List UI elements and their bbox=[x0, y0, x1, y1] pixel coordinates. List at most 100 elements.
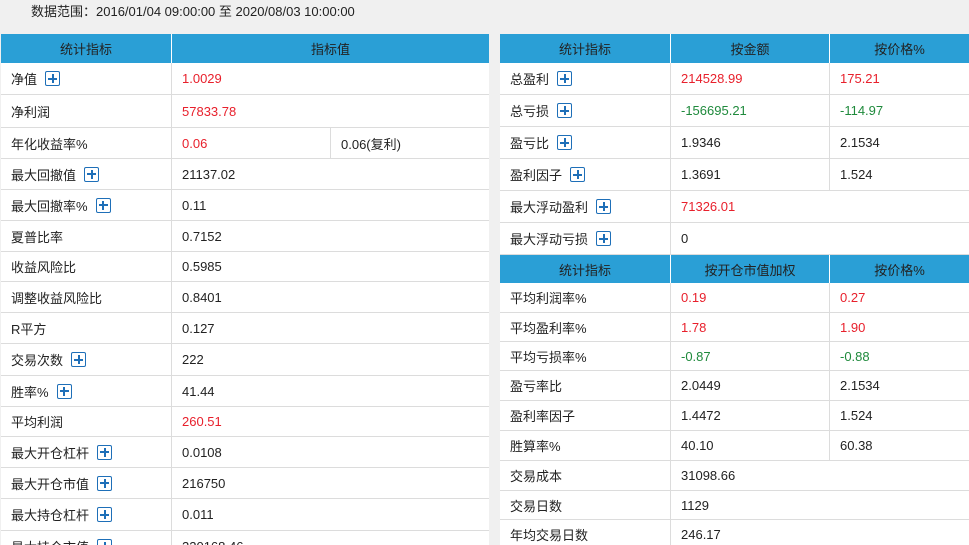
table-row: 净利润 57833.78 bbox=[1, 95, 489, 128]
table-row: 调整收益风险比 0.8401 bbox=[1, 282, 489, 313]
metric-label: 总亏损 bbox=[510, 104, 550, 119]
table-row: 总盈利 214528.99 175.21 bbox=[500, 63, 969, 95]
table-row: 总亏损 -156695.21 -114.97 bbox=[500, 95, 969, 127]
metric-label: 收益风险比 bbox=[11, 260, 77, 275]
metric-label-cell: 平均利润 bbox=[1, 407, 172, 436]
metric-value-price: 0.27 bbox=[840, 290, 866, 305]
metric-label: 最大回撤率% bbox=[11, 198, 88, 214]
metric-label: 盈利率因子 bbox=[510, 409, 576, 424]
expand-plus-icon[interactable] bbox=[97, 475, 113, 491]
expand-plus-icon[interactable] bbox=[45, 71, 61, 86]
date-range-label: 数据范围：2016/01/04 09:00:00 至 2020/08/03 10… bbox=[31, 4, 355, 19]
metric-label-cell: 平均亏损率% bbox=[500, 342, 671, 370]
metric-label: 盈亏比 bbox=[510, 136, 550, 151]
expand-plus-icon[interactable] bbox=[596, 199, 612, 214]
expand-plus-icon[interactable] bbox=[596, 231, 612, 246]
column-header-by-price: 按价格% bbox=[874, 42, 925, 57]
metric-label: 盈亏率比 bbox=[510, 379, 563, 394]
metric-value-price: 60.38 bbox=[840, 438, 873, 453]
metric-value-price: -114.97 bbox=[840, 103, 884, 118]
metric-value: 220168.46 bbox=[172, 531, 489, 545]
metric-label-cell: 交易成本 bbox=[500, 461, 671, 490]
metric-value-weighted: 40.10 bbox=[671, 431, 830, 460]
expand-plus-icon[interactable] bbox=[84, 166, 100, 182]
metric-value: 1129 bbox=[681, 497, 709, 513]
metric-value-price: -0.88 bbox=[840, 348, 870, 364]
metric-value: 216750 bbox=[182, 475, 226, 491]
metric-value: 1.0029 bbox=[182, 71, 222, 86]
table-row: 最大回撤值 21137.02 bbox=[1, 159, 489, 190]
metric-label: 平均利润 bbox=[11, 415, 64, 430]
metric-value: 57833.78 bbox=[182, 103, 237, 119]
metric-label: R平方 bbox=[11, 321, 47, 337]
table-row: 最大回撤率% 0.11 bbox=[1, 190, 489, 221]
metric-label-cell: 交易次数 bbox=[1, 344, 172, 375]
metric-label-cell: 盈亏比 bbox=[500, 127, 671, 158]
metric-value: 0.127 bbox=[182, 320, 215, 336]
metric-label: 最大开仓杠杆 bbox=[11, 445, 90, 461]
metric-label: 调整收益风险比 bbox=[11, 290, 103, 306]
metric-label: 最大开仓市值 bbox=[11, 476, 90, 492]
metric-value: 21137.02 bbox=[182, 166, 236, 182]
table-row: 年均交易日数 246.17 bbox=[500, 520, 969, 545]
metric-label-cell: 最大开仓市值 bbox=[1, 468, 172, 498]
metric-label-cell: 最大开仓杠杆 bbox=[1, 437, 172, 467]
metric-value: 0.7152 bbox=[182, 228, 222, 244]
metric-label-cell: 盈亏率比 bbox=[500, 371, 671, 400]
metric-label-cell: 净利润 bbox=[1, 95, 172, 127]
metric-value-amount: 71326.01 bbox=[681, 199, 736, 214]
metric-label-cell: 最大浮动盈利 bbox=[500, 191, 671, 222]
metric-label: 净值 bbox=[11, 72, 38, 87]
table-row: 平均利润 260.51 bbox=[1, 407, 489, 437]
metric-value: 0.0108 bbox=[182, 444, 222, 460]
expand-plus-icon[interactable] bbox=[570, 167, 586, 182]
table-row: R平方 0.127 bbox=[1, 313, 489, 344]
metric-label: 最大浮动盈利 bbox=[510, 200, 589, 215]
metric-label-cell: 净值 bbox=[1, 63, 172, 94]
metric-label-cell: 最大持仓杠杆 bbox=[1, 499, 172, 530]
table-row: 平均亏损率% -0.87 -0.88 bbox=[500, 342, 969, 371]
metric-label: 夏普比率 bbox=[11, 229, 64, 245]
metric-value: 0.11 bbox=[182, 197, 207, 213]
metric-label: 最大回撤值 bbox=[11, 167, 77, 183]
expand-plus-icon[interactable] bbox=[97, 539, 113, 545]
expand-plus-icon[interactable] bbox=[557, 103, 573, 118]
metric-value: 41.44 bbox=[182, 383, 215, 399]
expand-plus-icon[interactable] bbox=[97, 507, 113, 522]
table-row: 胜算率% 40.10 60.38 bbox=[500, 431, 969, 461]
metric-label: 平均亏损率% bbox=[510, 349, 587, 365]
expand-plus-icon[interactable] bbox=[71, 352, 87, 367]
metric-value-amount: 1.9346 bbox=[671, 127, 830, 158]
table-row: 最大持仓杠杆 0.011 bbox=[1, 499, 489, 531]
metric-label-cell: 胜算率% bbox=[500, 431, 671, 460]
metric-label: 胜率% bbox=[11, 384, 49, 400]
metric-value-price: 2.1534 bbox=[840, 135, 880, 150]
expand-plus-icon[interactable] bbox=[557, 71, 573, 86]
metric-label-cell: 平均盈利率% bbox=[500, 313, 671, 341]
expand-plus-icon[interactable] bbox=[95, 197, 111, 213]
metric-label: 最大持仓杠杆 bbox=[11, 508, 90, 523]
table-row: 盈利率因子 1.4472 1.524 bbox=[500, 401, 969, 431]
metric-value-weighted: 1.4472 bbox=[671, 401, 830, 430]
column-header-metric: 统计指标 bbox=[1, 34, 172, 63]
metric-value-amount: 0 bbox=[681, 231, 689, 246]
metric-value: 0.8401 bbox=[182, 289, 222, 305]
metric-label-cell: 调整收益风险比 bbox=[1, 282, 172, 312]
metric-label-cell: 最大浮动亏损 bbox=[500, 223, 671, 254]
metric-value-price: 2.1534 bbox=[840, 378, 880, 393]
metric-label-cell: 胜率% bbox=[1, 376, 172, 406]
metric-label: 最大浮动亏损 bbox=[510, 232, 589, 247]
expand-plus-icon[interactable] bbox=[56, 383, 72, 399]
metric-value-price: 1.90 bbox=[840, 319, 866, 335]
metric-value-price: 175.21 bbox=[840, 71, 880, 86]
expand-plus-icon[interactable] bbox=[97, 444, 113, 460]
metric-label: 盈利因子 bbox=[510, 168, 563, 183]
metric-label: 年均交易日数 bbox=[510, 528, 589, 543]
metric-value-weighted: 1.78 bbox=[671, 313, 830, 341]
expand-plus-icon[interactable] bbox=[557, 135, 573, 150]
table-row: 最大开仓杠杆 0.0108 bbox=[1, 437, 489, 468]
metric-label-cell: 总亏损 bbox=[500, 95, 671, 126]
table-header: 统计指标 指标值 bbox=[1, 34, 489, 63]
metric-value: 222 bbox=[182, 352, 204, 367]
metric-value-weighted: -0.87 bbox=[671, 342, 830, 370]
